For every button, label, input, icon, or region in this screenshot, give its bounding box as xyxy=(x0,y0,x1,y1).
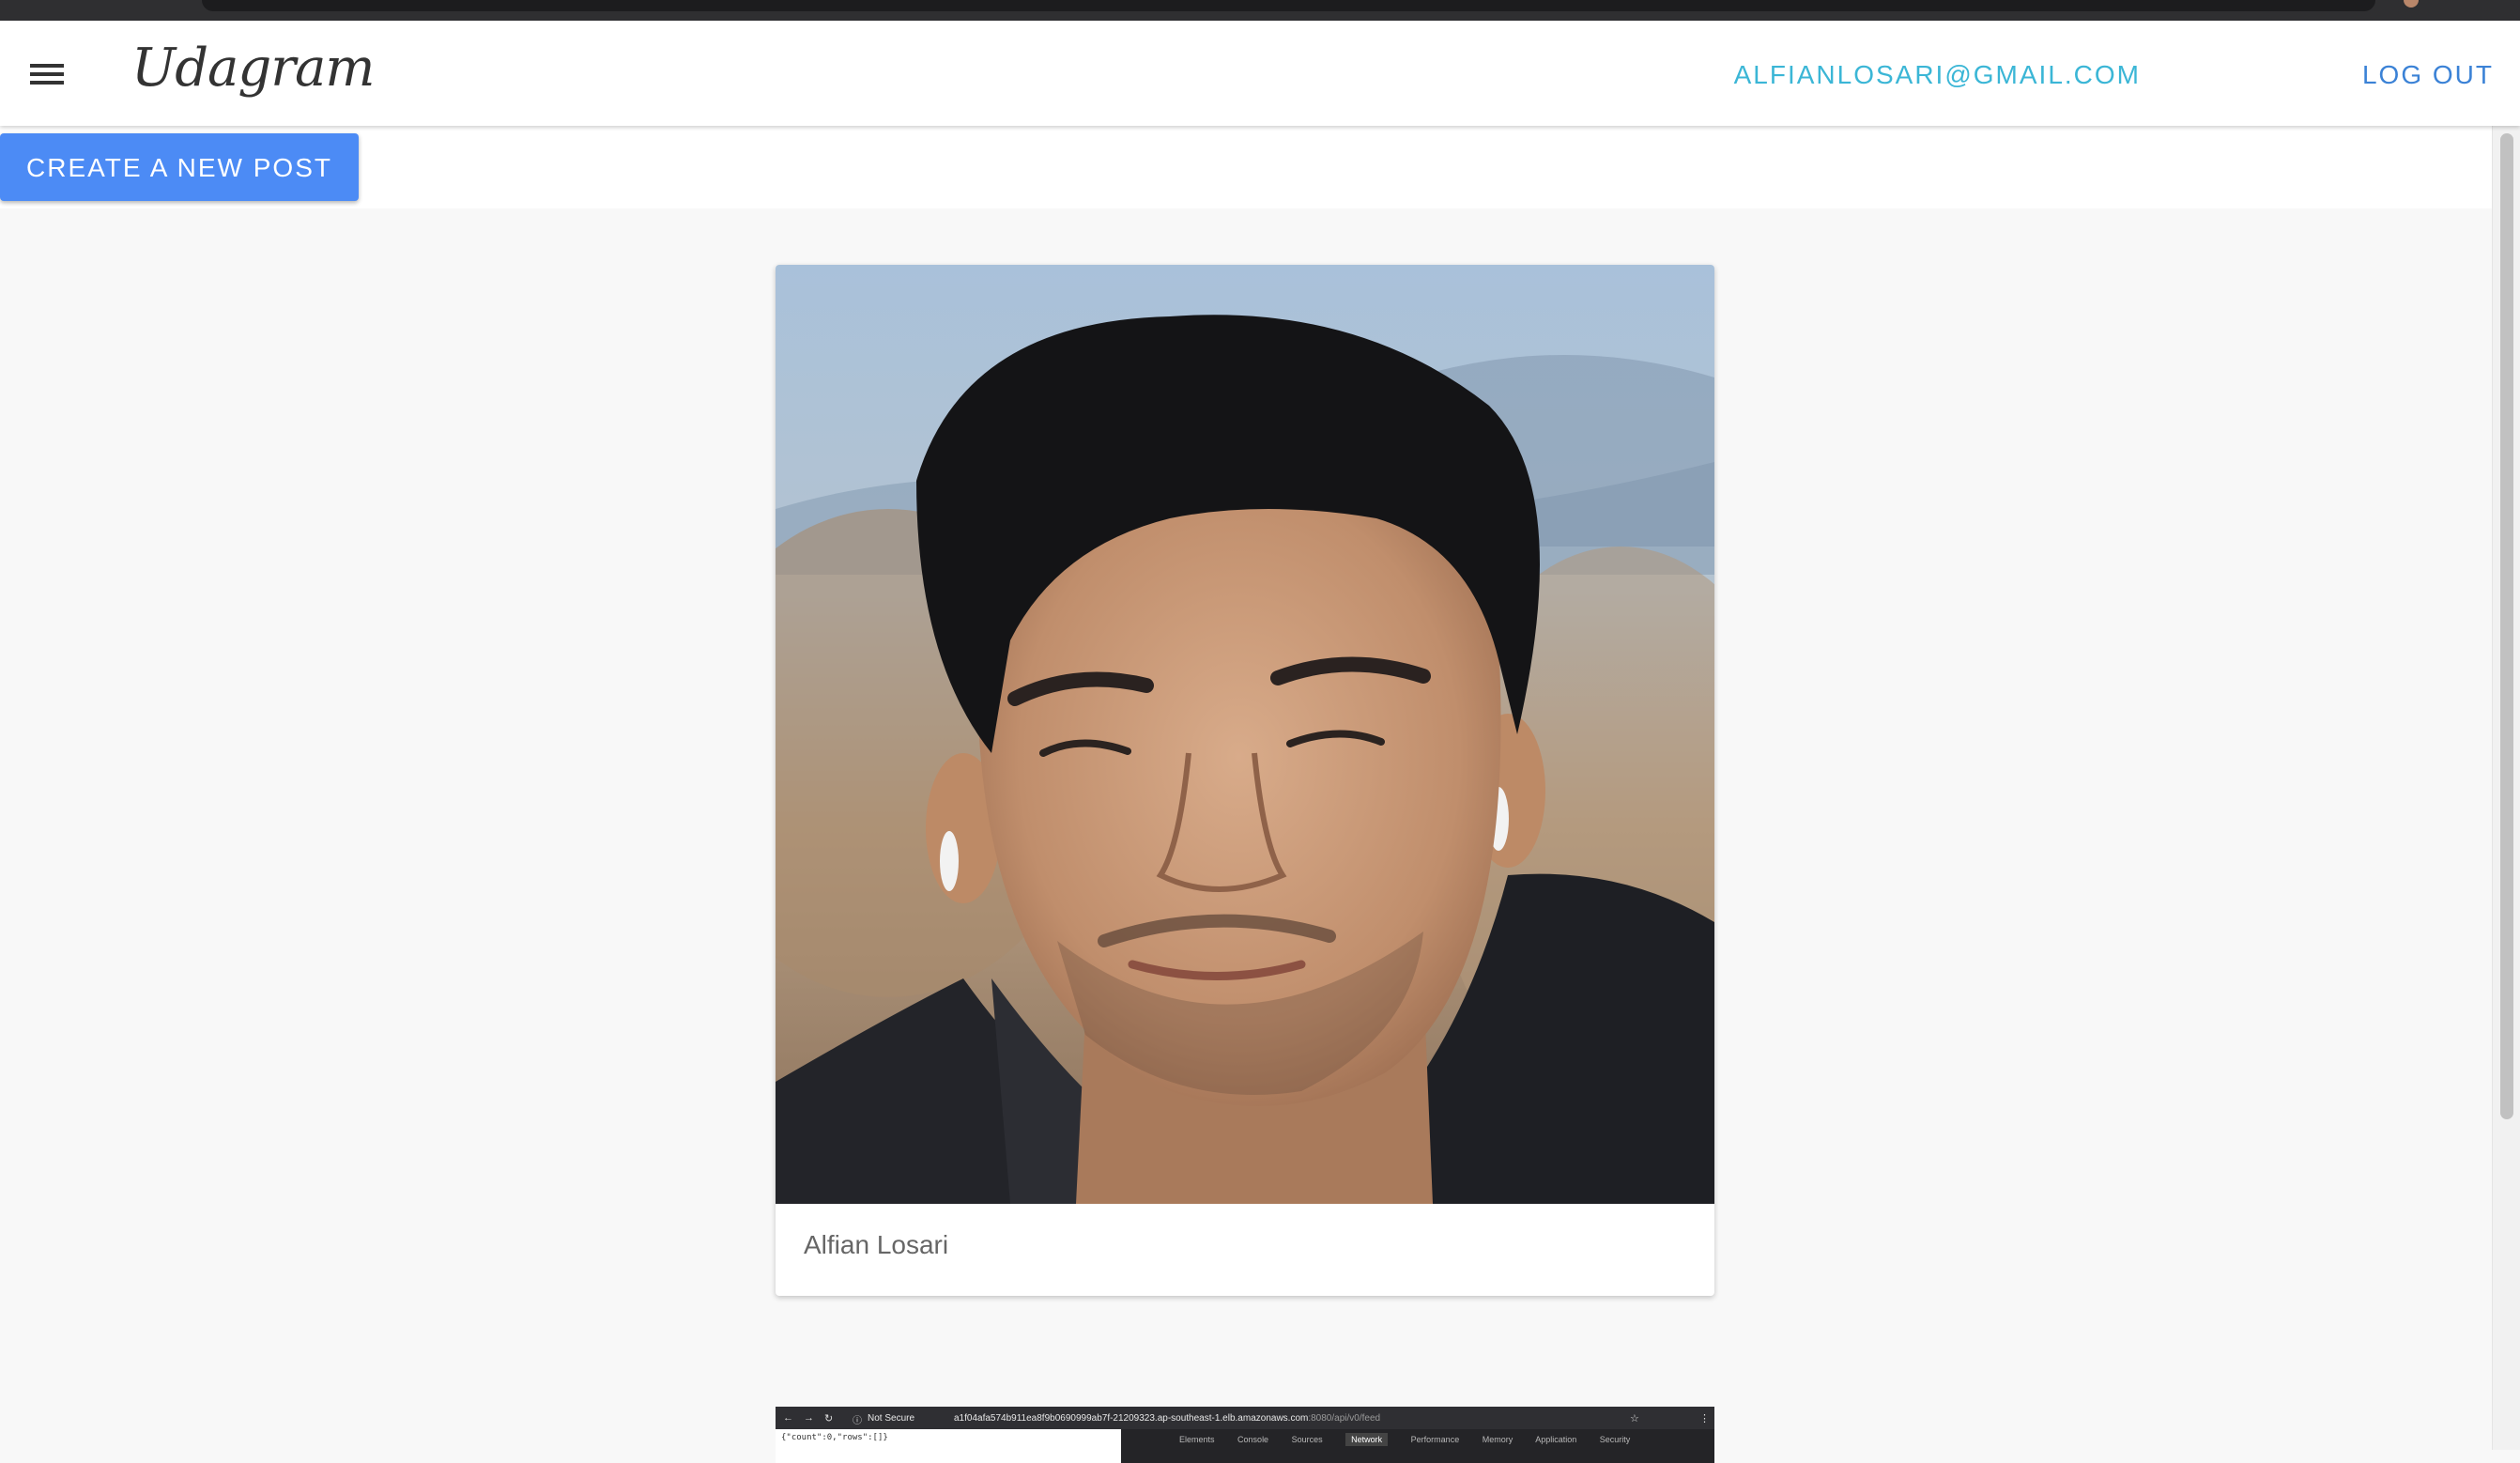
scrollbar-thumb[interactable] xyxy=(2500,133,2513,1119)
devtools-panel: {"count":0,"rows":[]} Elements Console S… xyxy=(776,1429,1714,1463)
vertical-scrollbar[interactable] xyxy=(2492,126,2520,1450)
app-toolbar: Udagram ALFIANLOSARI@GMAIL.COM LOG OUT xyxy=(0,21,2520,126)
user-email-link[interactable]: ALFIANLOSARI@GMAIL.COM xyxy=(1734,60,2141,90)
json-response: {"count":0,"rows":[]} xyxy=(776,1429,1121,1463)
url-path: :8080/api/v0/feed xyxy=(1308,1413,1381,1424)
browser-top-strip xyxy=(0,0,2520,21)
hamburger-menu-icon[interactable] xyxy=(28,60,66,88)
devtools-tab: Elements xyxy=(1179,1435,1215,1444)
back-arrow-icon: ← xyxy=(783,1412,793,1424)
devtools-tab: Security xyxy=(1599,1435,1631,1444)
post-image xyxy=(776,265,1714,1204)
star-icon: ☆ xyxy=(1630,1413,1639,1424)
security-label: Not Secure xyxy=(868,1413,915,1424)
devtools-tab-active: Network xyxy=(1345,1433,1389,1446)
feed-post-card: Alfian Losari xyxy=(776,265,1714,1296)
devtools-tab: Console xyxy=(1237,1435,1269,1444)
brand-logo[interactable]: Udagram xyxy=(131,38,376,99)
devtools-tab: Performance xyxy=(1410,1435,1460,1444)
embedded-url: a1f04afa574b911ea8f9b0690999ab7f-2120932… xyxy=(954,1413,1380,1424)
action-bar xyxy=(0,126,2492,208)
forward-arrow-icon: → xyxy=(804,1412,814,1424)
devtools-tab: Memory xyxy=(1482,1435,1514,1444)
info-icon: ⓘ xyxy=(853,1416,862,1426)
url-host: a1f04afa574b911ea8f9b0690999ab7f-2120932… xyxy=(954,1413,1309,1424)
post-image: ← → ↻ ⓘ Not Secure a1f04afa574b911ea8f9b… xyxy=(776,1407,1714,1429)
devtools-tabs: Elements Console Sources Network Perform… xyxy=(1179,1433,1651,1446)
browser-address-bar[interactable] xyxy=(202,0,2375,11)
more-menu-icon: ⋮ xyxy=(1699,1413,1710,1424)
devtools-tab: Sources xyxy=(1291,1435,1323,1444)
create-post-button[interactable]: CREATE A NEW POST xyxy=(0,133,359,201)
feed-post-card: ← → ↻ ⓘ Not Secure a1f04afa574b911ea8f9b… xyxy=(776,1407,1714,1463)
reload-icon: ↻ xyxy=(824,1413,834,1424)
profile-avatar-icon[interactable] xyxy=(2404,0,2419,8)
devtools-tab: Application xyxy=(1535,1435,1577,1444)
logout-button[interactable]: LOG OUT xyxy=(2362,60,2494,90)
post-caption: Alfian Losari xyxy=(804,1230,949,1259)
